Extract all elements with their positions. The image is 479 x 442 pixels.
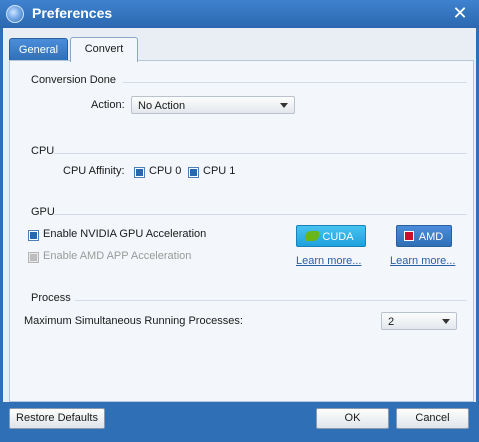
amd-logo-icon xyxy=(404,231,414,241)
max-processes-select[interactable]: 2 xyxy=(381,312,457,330)
app-logo-icon xyxy=(6,5,24,23)
ok-button[interactable]: OK xyxy=(316,408,389,429)
convert-panel: Conversion Done Action: No Action CPU CP… xyxy=(9,60,474,402)
cpu0-checkbox[interactable] xyxy=(134,167,145,178)
action-select[interactable]: No Action xyxy=(131,96,295,114)
process-section-title: Process xyxy=(31,292,71,304)
amd-acceleration-label: Enable AMD APP Acceleration xyxy=(43,250,192,262)
divider xyxy=(54,214,467,215)
nvidia-acceleration-checkbox[interactable] xyxy=(28,230,39,241)
learn-more-amd-link[interactable]: Learn more... xyxy=(390,255,455,267)
restore-defaults-button[interactable]: Restore Defaults xyxy=(9,408,105,429)
action-select-value: No Action xyxy=(138,100,186,112)
learn-more-cuda-link[interactable]: Learn more... xyxy=(296,255,361,267)
cpu-section-title: CPU xyxy=(31,145,55,157)
divider xyxy=(54,153,467,154)
nvidia-acceleration-label: Enable NVIDIA GPU Acceleration xyxy=(43,228,207,240)
cuda-button[interactable]: CUDA xyxy=(296,225,366,247)
chevron-down-icon xyxy=(442,319,450,324)
amd-acceleration-checkbox[interactable] xyxy=(28,252,39,263)
dialog-button-bar: Restore Defaults OK Cancel xyxy=(3,402,476,439)
tab-general[interactable]: General xyxy=(9,38,68,61)
amd-button-label: AMD xyxy=(418,231,444,243)
close-icon[interactable]: ✕ xyxy=(451,3,469,23)
max-processes-label: Maximum Simultaneous Running Processes: xyxy=(24,315,243,327)
tab-convert[interactable]: Convert xyxy=(70,37,138,62)
chevron-down-icon xyxy=(280,103,288,108)
cancel-button[interactable]: Cancel xyxy=(396,408,469,429)
divider xyxy=(75,300,467,301)
divider xyxy=(123,82,467,83)
title-bar: Preferences ✕ xyxy=(0,0,479,28)
cpu1-checkbox[interactable] xyxy=(188,167,199,178)
cuda-button-label: CUDA xyxy=(322,231,354,243)
amd-button[interactable]: AMD xyxy=(396,225,452,247)
cpu1-label: CPU 1 xyxy=(203,165,236,177)
nvidia-logo-icon xyxy=(305,231,319,241)
window-title: Preferences xyxy=(32,5,113,21)
conversion-done-section-title: Conversion Done xyxy=(31,74,116,86)
action-label: Action: xyxy=(91,99,125,111)
max-processes-value: 2 xyxy=(388,316,395,328)
gpu-section-title: GPU xyxy=(31,206,55,218)
cpu0-label: CPU 0 xyxy=(149,165,182,177)
dialog-body: General Convert Conversion Done Action: … xyxy=(3,28,476,402)
cpu-affinity-label: CPU Affinity: xyxy=(63,165,125,177)
